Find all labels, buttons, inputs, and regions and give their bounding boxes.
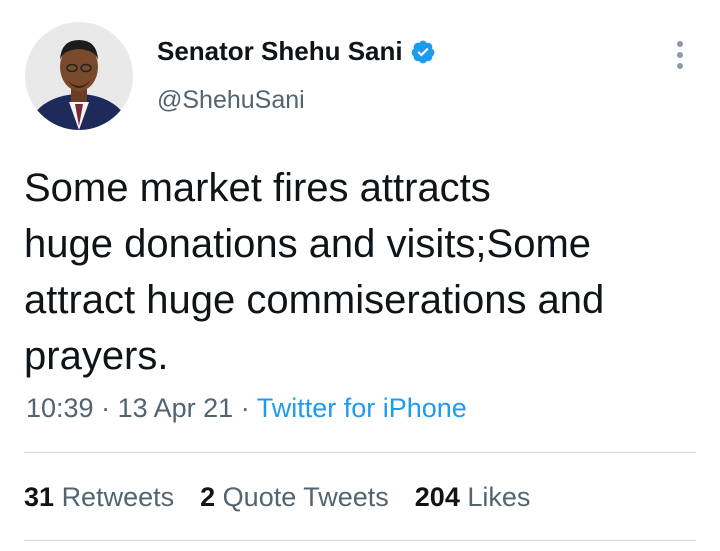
meta-separator: · [240, 393, 250, 423]
retweets-count: 31 [24, 482, 55, 512]
divider [24, 452, 696, 453]
engagement-stats: 31 Retweets 2 Quote Tweets 204 Likes [24, 482, 556, 513]
more-options-icon[interactable] [666, 38, 694, 72]
likes-label: Likes [467, 482, 531, 512]
likes-stat[interactable]: 204 Likes [415, 482, 531, 513]
tweet-text: Some market fires attracts huge donation… [24, 160, 694, 384]
divider [24, 540, 696, 541]
tweet-text-line: Some market fires attracts [24, 166, 491, 210]
meta-separator: · [101, 393, 111, 423]
author-handle[interactable]: @ShehuSani [157, 86, 305, 115]
quote-tweets-label: Quote Tweets [222, 482, 389, 512]
avatar[interactable] [25, 22, 133, 130]
tweet-text-line: prayers. [24, 334, 169, 378]
quote-tweets-count: 2 [200, 482, 216, 512]
tweet-text-line: huge donations and visits;Some [24, 222, 592, 266]
tweet-time[interactable]: 10:39 [26, 393, 94, 423]
author-name-row[interactable]: Senator Shehu Sani [157, 36, 436, 67]
tweet-source-link[interactable]: Twitter for iPhone [257, 393, 467, 423]
tweet-meta: 10:39 · 13 Apr 21 · Twitter for iPhone [26, 393, 467, 424]
retweets-stat[interactable]: 31 Retweets [24, 482, 174, 513]
likes-count: 204 [414, 482, 460, 512]
author-display-name[interactable]: Senator Shehu Sani [157, 36, 403, 67]
verified-badge-icon [411, 40, 434, 63]
retweets-label: Retweets [61, 482, 175, 512]
quote-tweets-stat[interactable]: 2 Quote Tweets [200, 482, 389, 513]
tweet-date[interactable]: 13 Apr 21 [118, 393, 234, 423]
tweet-text-line: attract huge commiserations and [24, 278, 605, 322]
